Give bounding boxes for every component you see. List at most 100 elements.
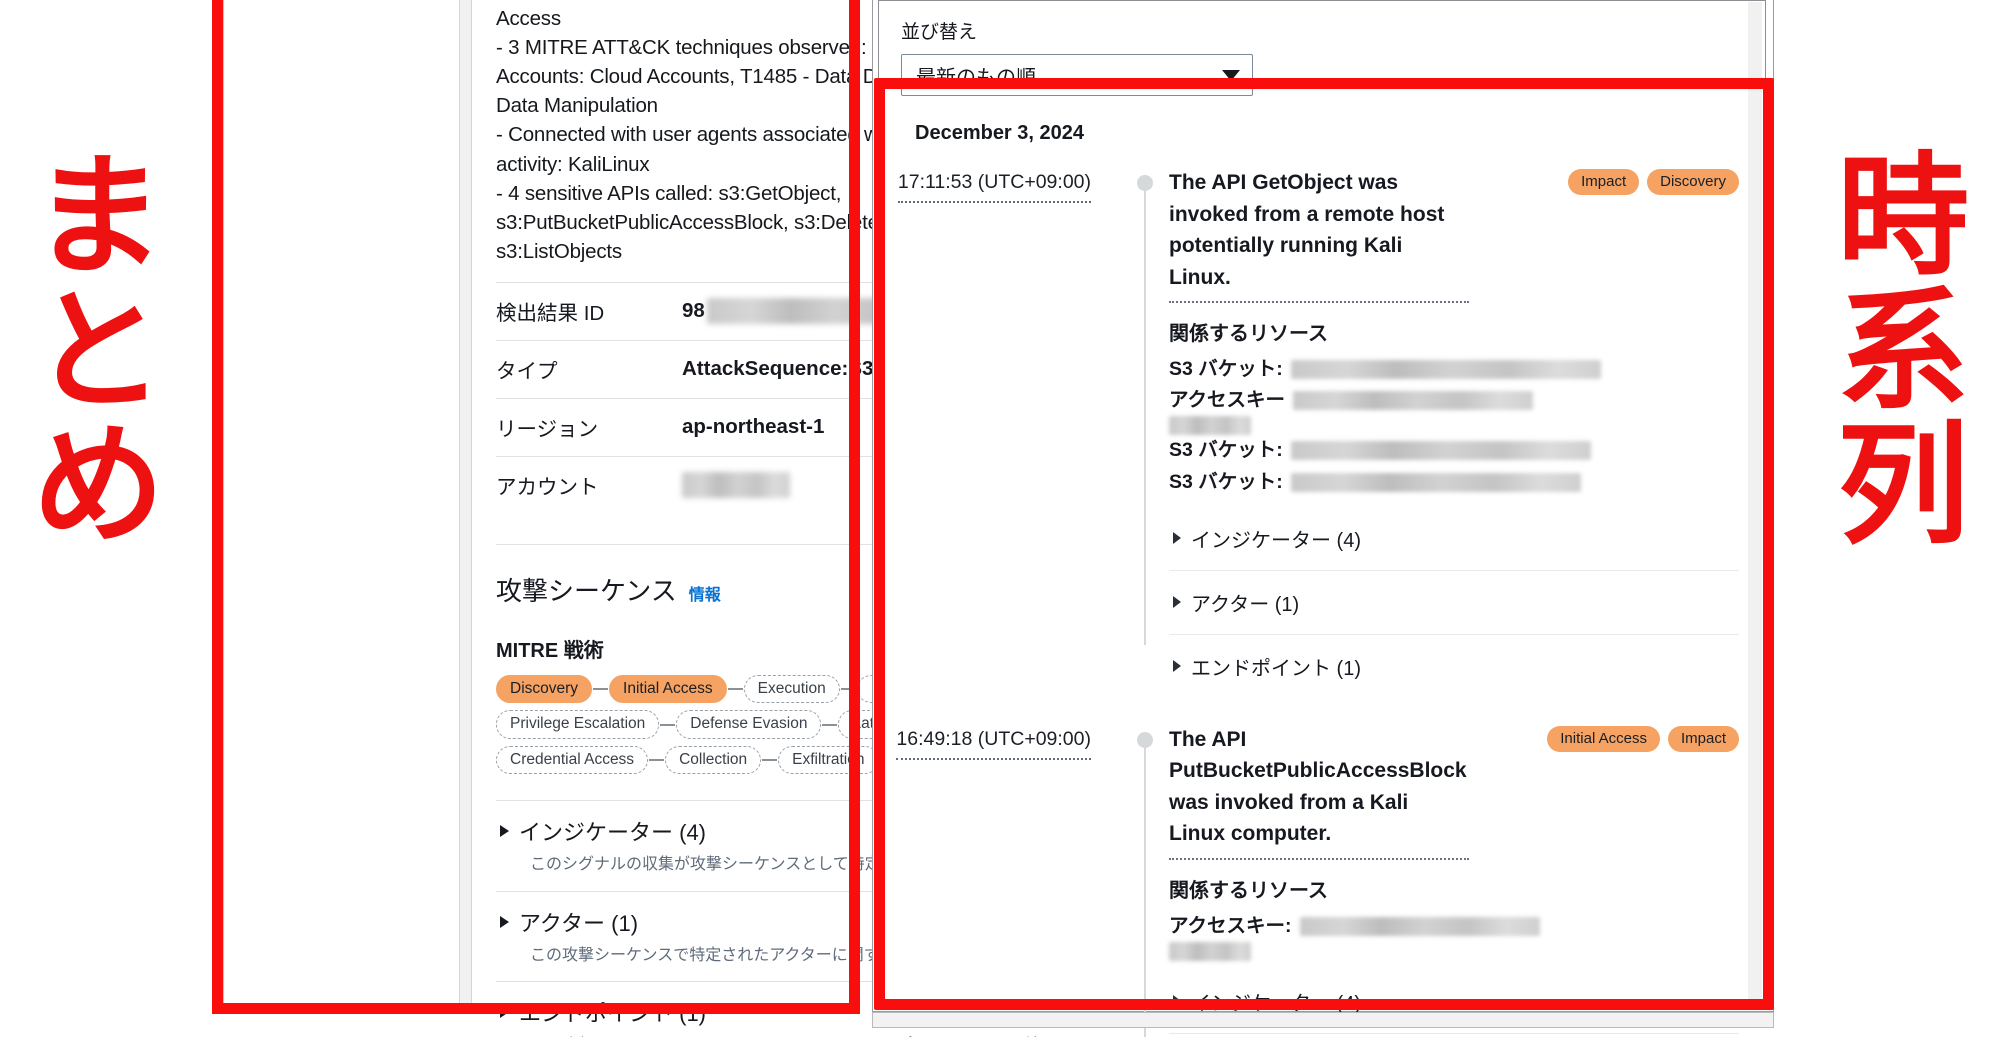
caret-right-icon[interactable] xyxy=(500,915,509,928)
expandable-title: エンドポイント (1) xyxy=(519,1001,707,1027)
redacted-value xyxy=(1290,472,1581,492)
resource-label: S3 バケット: xyxy=(1169,439,1283,462)
chain-connector xyxy=(727,688,743,691)
detail-key: 検出結果 ID xyxy=(496,302,605,326)
list-item: アクセスキー: xyxy=(1169,911,1739,942)
tactic-pill-defense-evasion[interactable]: Defense Evasion xyxy=(676,710,822,739)
expandable-title: アクター (1) xyxy=(519,910,639,936)
resource-label: アクセスキー: xyxy=(1169,914,1292,937)
list-item: アクセスキー xyxy=(1169,385,1739,416)
sort-selected-value: 最新のもの順 xyxy=(916,66,1036,89)
chain-connector xyxy=(649,759,665,762)
chain-connector xyxy=(762,759,778,762)
event-title: The API GetObject was invoked from a rem… xyxy=(1169,167,1469,303)
list-item xyxy=(1169,416,1739,436)
sort-label: 並び替え xyxy=(901,22,978,43)
chain-connector xyxy=(593,688,609,691)
detail-key: タイプ xyxy=(496,360,558,384)
redacted-value xyxy=(1290,360,1601,380)
timeline-date-header: December 3, 2024 xyxy=(915,122,1085,144)
caret-right-icon[interactable] xyxy=(500,825,509,838)
expandable-title: インジケーター (4) xyxy=(519,820,707,846)
event-tags: Impact Discovery xyxy=(1568,167,1739,195)
event-body: The API PutBucketPublicAccessBlock was i… xyxy=(1169,724,1765,1037)
expandable-title: アクター (1) xyxy=(1191,593,1300,616)
timeline-dot-icon xyxy=(1137,731,1153,748)
status-badge[interactable]: Initial Access xyxy=(1547,725,1660,752)
resource-label: S3 バケット: xyxy=(1169,358,1283,380)
annotation-summary-label: まとめ xyxy=(32,140,165,564)
redacted-value xyxy=(1169,941,1251,961)
detail-key: リージョン xyxy=(496,418,599,442)
caret-right-icon[interactable] xyxy=(1173,995,1181,1008)
event-header: The API PutBucketPublicAccessBlock was i… xyxy=(1169,724,1739,860)
left-panel-scrollbar[interactable] xyxy=(459,0,472,1014)
expandable-title: エンドポイント (1) xyxy=(1191,657,1361,680)
screenshot-root: まとめ 時系列 Access - 3 MITRE ATT&CK techniqu… xyxy=(0,0,2000,1037)
finding-details-panel: Access - 3 MITRE ATT&CK techniques obser… xyxy=(223,0,1105,1026)
redacted-value xyxy=(1299,916,1540,936)
caret-right-icon[interactable] xyxy=(500,1006,509,1019)
caret-right-icon[interactable] xyxy=(1173,532,1181,545)
list-item: S3 バケット: xyxy=(1169,435,1739,466)
event-body: The API GetObject was invoked from a rem… xyxy=(1169,167,1765,698)
redacted-value xyxy=(1169,416,1251,436)
event-expandables: インジケーター (4) アクター (1) エンドポイント (1) xyxy=(1169,514,1739,698)
related-resources-list: S3 バケット: アクセスキー S3 バケット: S3 バケット: xyxy=(1169,354,1739,498)
caret-right-icon[interactable] xyxy=(1173,596,1181,609)
event-timestamp: 16:49:18 (UTC+09:00) xyxy=(879,724,1129,1037)
tactic-pill-execution[interactable]: Execution xyxy=(743,674,840,704)
tactic-pill-initial-access[interactable]: Initial Access xyxy=(609,674,727,704)
redacted-value xyxy=(682,472,790,499)
related-resources-list: アクセスキー: xyxy=(1169,911,1739,961)
event-title: The API PutBucketPublicAccessBlock was i… xyxy=(1169,724,1469,860)
redacted-value xyxy=(1290,441,1591,461)
event-timestamp: 17:11:53 (UTC+09:00) xyxy=(879,167,1129,698)
timeline-event: 16:49:18 (UTC+09:00) The API PutBucketPu… xyxy=(879,724,1765,1037)
status-badge[interactable]: Impact xyxy=(1568,169,1640,195)
timeline-list: 17:11:53 (UTC+09:00) The API GetObject w… xyxy=(879,145,1765,1037)
chain-connector xyxy=(822,723,838,726)
list-item xyxy=(1169,941,1739,961)
timeline-panel: 並び替え 最新のもの順 December 3, 2024 17:11:53 (U… xyxy=(878,0,1766,1037)
resource-label: アクセスキー xyxy=(1169,389,1286,412)
expandable-title: インジケーター (4) xyxy=(1191,529,1361,552)
timeline-line xyxy=(1144,175,1147,645)
status-badge[interactable]: Impact xyxy=(1667,725,1739,752)
resource-label: S3 バケット: xyxy=(1169,470,1283,493)
expandable-actors[interactable]: アクター (1) xyxy=(1169,569,1739,634)
timeline-rail xyxy=(1129,167,1169,698)
expandable-indicators[interactable]: インジケーター (4) xyxy=(1169,514,1739,570)
chevron-down-icon[interactable] xyxy=(1222,69,1240,81)
section-title: 攻撃シーケンス xyxy=(496,575,677,606)
chain-connector xyxy=(840,688,856,691)
tactic-pill-privilege-escalation[interactable]: Privilege Escalation xyxy=(496,710,660,739)
tactic-pill-credential-access[interactable]: Credential Access xyxy=(496,745,649,775)
timeline-event: 17:11:53 (UTC+09:00) The API GetObject w… xyxy=(879,167,1765,698)
expandable-actors[interactable]: アクター (1) xyxy=(1169,1032,1739,1037)
info-link[interactable]: 情報 xyxy=(689,581,721,605)
related-resources-heading: 関係するリソース xyxy=(1169,323,1328,345)
window-bottom-strip xyxy=(872,1012,1774,1028)
event-tags: Initial Access Impact xyxy=(1547,724,1739,752)
timeline-dot-icon xyxy=(1137,175,1153,191)
annotation-timeline-label: 時系列 xyxy=(1837,140,1969,564)
tactic-pill-discovery[interactable]: Discovery xyxy=(496,674,593,704)
event-header: The API GetObject was invoked from a rem… xyxy=(1169,167,1739,303)
sort-select[interactable]: 最新のもの順 xyxy=(901,54,1253,96)
tactic-pill-exfiltration[interactable]: Exfiltration xyxy=(778,745,879,775)
tactic-pill-collection[interactable]: Collection xyxy=(665,745,762,775)
redacted-value xyxy=(1293,391,1534,411)
event-timestamp-text: 16:49:18 (UTC+09:00) xyxy=(896,728,1091,760)
chain-connector xyxy=(660,723,676,726)
list-item: S3 バケット: xyxy=(1169,354,1739,385)
timeline-rail xyxy=(1129,724,1169,1037)
detail-value-text: 98 xyxy=(682,299,705,323)
status-badge[interactable]: Discovery xyxy=(1647,169,1739,195)
event-timestamp-text: 17:11:53 (UTC+09:00) xyxy=(897,171,1091,203)
related-resources-heading: 関係するリソース xyxy=(1169,879,1328,902)
sort-control: 並び替え 最新のもの順 xyxy=(879,1,1765,96)
expandable-endpoints[interactable]: エンドポイント (1) xyxy=(1169,633,1739,698)
caret-right-icon[interactable] xyxy=(1173,660,1181,673)
detail-key: アカウント xyxy=(496,476,599,500)
